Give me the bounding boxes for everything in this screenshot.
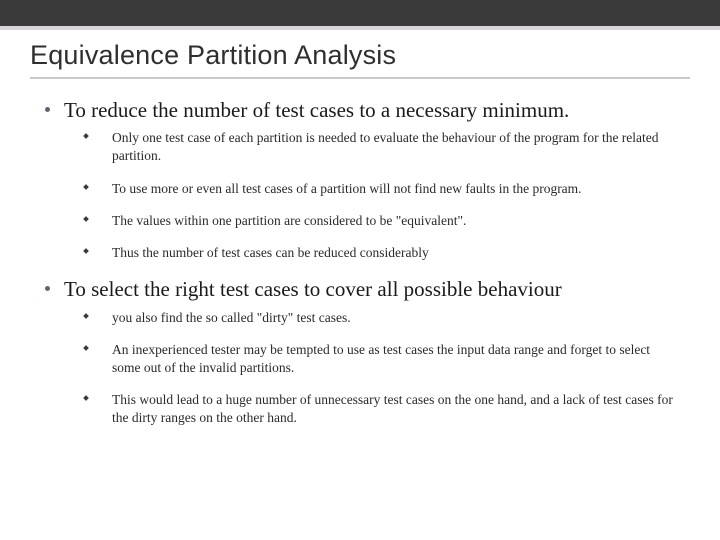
sub-bullet-icon [30, 341, 112, 350]
sub-item: Only one test case of each partition is … [30, 129, 690, 165]
sub-item-text: This would lead to a huge number of unne… [112, 391, 690, 427]
sub-item: To use more or even all test cases of a … [30, 180, 690, 198]
main-item: To reduce the number of test cases to a … [30, 97, 690, 123]
sub-bullet-icon [30, 129, 112, 138]
main-item: To select the right test cases to cover … [30, 276, 690, 302]
main-item-text: To reduce the number of test cases to a … [64, 97, 569, 123]
sub-item: This would lead to a huge number of unne… [30, 391, 690, 427]
main-list: To reduce the number of test cases to a … [30, 97, 690, 428]
slide-title: Equivalence Partition Analysis [30, 40, 690, 79]
sub-bullet-icon [30, 180, 112, 189]
sub-item-text: The values within one partition are cons… [112, 212, 476, 230]
sub-item: An inexperienced tester may be tempted t… [30, 341, 690, 377]
sub-bullet-icon [30, 212, 112, 221]
sub-item: Thus the number of test cases can be red… [30, 244, 690, 262]
sub-item: you also find the so called "dirty" test… [30, 309, 690, 327]
bullet-icon [30, 276, 64, 291]
sub-item-text: Thus the number of test cases can be red… [112, 244, 439, 262]
sub-bullet-icon [30, 244, 112, 253]
bullet-icon [30, 97, 64, 112]
sub-item-text: To use more or even all test cases of a … [112, 180, 592, 198]
sub-item: The values within one partition are cons… [30, 212, 690, 230]
sub-list: you also find the so called "dirty" test… [30, 309, 690, 428]
sub-item-text: you also find the so called "dirty" test… [112, 309, 361, 327]
sub-item-text: Only one test case of each partition is … [112, 129, 690, 165]
top-bar [0, 0, 720, 30]
sub-bullet-icon [30, 309, 112, 318]
sub-item-text: An inexperienced tester may be tempted t… [112, 341, 690, 377]
slide-content: Equivalence Partition Analysis To reduce… [0, 30, 720, 462]
sub-list: Only one test case of each partition is … [30, 129, 690, 262]
sub-bullet-icon [30, 391, 112, 400]
main-item-text: To select the right test cases to cover … [64, 276, 562, 302]
